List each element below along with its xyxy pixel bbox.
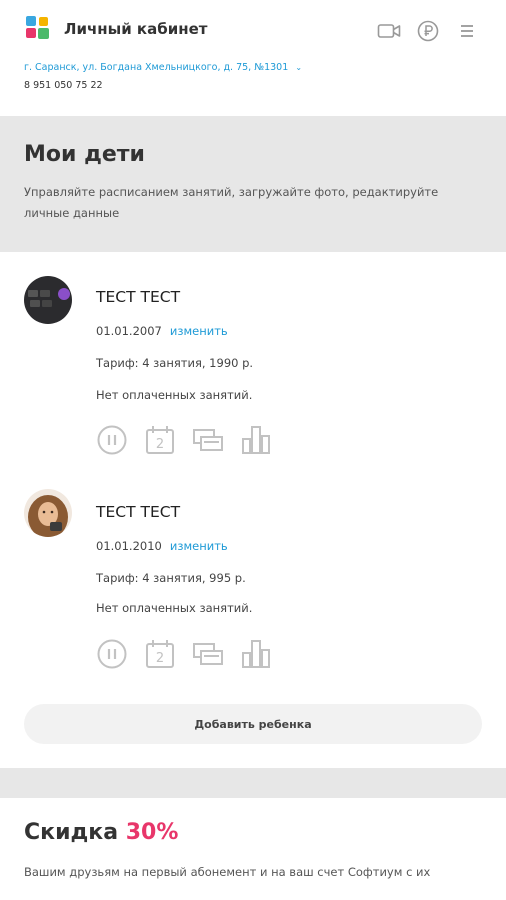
avatar[interactable] <box>24 276 72 324</box>
my-children-section-header: Мои дети Управляйте расписанием занятий,… <box>0 116 506 252</box>
stats-icon[interactable] <box>240 638 272 670</box>
paid-status: Нет оплаченных занятий. <box>96 388 253 402</box>
child-dob: 01.01.2007 изменить <box>96 324 228 338</box>
stats-icon[interactable] <box>240 424 272 456</box>
chevron-down-icon: ⌄ <box>295 63 303 72</box>
section-divider <box>0 768 506 798</box>
page-description: Управляйте расписанием занятий, загружай… <box>24 185 439 220</box>
ruble-icon[interactable] <box>416 20 440 42</box>
child-actions: 2 <box>96 424 288 456</box>
address-selector[interactable]: г. Саранск, ул. Богдана Хмельницкого, д.… <box>24 62 302 73</box>
cards-icon[interactable] <box>192 638 224 670</box>
logo[interactable] <box>24 14 52 42</box>
address-text: г. Саранск, ул. Богдана Хмельницкого, д.… <box>24 62 289 73</box>
edit-link[interactable]: изменить <box>170 539 228 553</box>
dob-value: 01.01.2007 <box>96 324 162 338</box>
calendar-icon[interactable]: 2 <box>144 638 176 670</box>
child-name: ТЕСТ ТЕСТ <box>96 288 181 306</box>
pause-icon[interactable] <box>96 424 128 456</box>
child-dob: 01.01.2010 изменить <box>96 539 228 553</box>
page-title: Мои дети <box>24 142 145 167</box>
child-tariff: Тариф: 4 занятия, 995 р. <box>96 571 246 585</box>
app-title: Личный кабинет <box>64 20 208 38</box>
svg-text:2: 2 <box>156 651 164 666</box>
svg-text:2: 2 <box>156 437 164 452</box>
child-tariff: Тариф: 4 занятия, 1990 р. <box>96 356 254 370</box>
discount-title-text: Скидка <box>24 820 119 845</box>
avatar[interactable] <box>24 489 72 537</box>
discount-percent: 30% <box>125 820 179 845</box>
child-name: ТЕСТ ТЕСТ <box>96 503 181 521</box>
cards-icon[interactable] <box>192 424 224 456</box>
menu-icon[interactable] <box>456 20 480 42</box>
scroll-fade <box>0 878 506 900</box>
edit-link[interactable]: изменить <box>170 324 228 338</box>
discount-title: Скидка 30% <box>24 820 178 845</box>
header: Личный кабинет г. Саранск, ул. Богдана Х… <box>0 0 506 116</box>
phone-number: 8 951 050 75 22 <box>24 80 103 91</box>
dob-value: 01.01.2010 <box>96 539 162 553</box>
paid-status: Нет оплаченных занятий. <box>96 601 253 615</box>
video-icon[interactable] <box>377 20 401 42</box>
add-child-button[interactable]: Добавить ребенка <box>24 704 482 744</box>
child-actions: 2 <box>96 638 288 670</box>
pause-icon[interactable] <box>96 638 128 670</box>
calendar-icon[interactable]: 2 <box>144 424 176 456</box>
